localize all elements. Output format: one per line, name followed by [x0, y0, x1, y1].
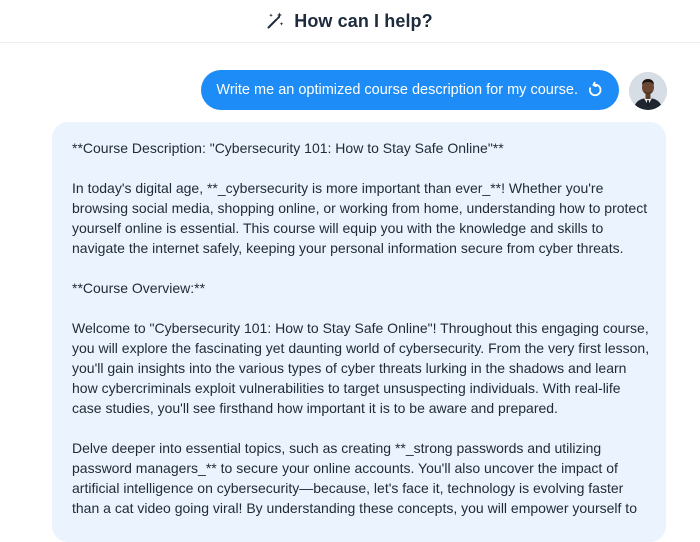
assistant-paragraph: Welcome to "Cybersecurity 101: How to St…	[72, 320, 650, 416]
header-bar: How can I help?	[0, 0, 700, 43]
user-message-bubble: Write me an optimized course description…	[201, 70, 619, 110]
assistant-message-bubble: **Course Description: "Cybersecurity 101…	[52, 122, 666, 542]
header-title-group: How can I help?	[265, 11, 433, 32]
assistant-paragraph: **Course Description: "Cybersecurity 101…	[72, 140, 504, 156]
regenerate-icon[interactable]	[586, 81, 604, 99]
assistant-paragraph: Delve deeper into essential topics, such…	[72, 440, 637, 516]
user-avatar	[629, 72, 667, 110]
page-title: How can I help?	[294, 10, 433, 31]
user-message-row: Write me an optimized course description…	[0, 70, 700, 112]
user-message-text: Write me an optimized course description…	[216, 82, 578, 98]
magic-wand-icon	[265, 11, 285, 31]
assistant-paragraph: **Course Overview:**	[72, 280, 206, 296]
assistant-paragraph: In today's digital age, **_cybersecurity…	[72, 180, 648, 256]
